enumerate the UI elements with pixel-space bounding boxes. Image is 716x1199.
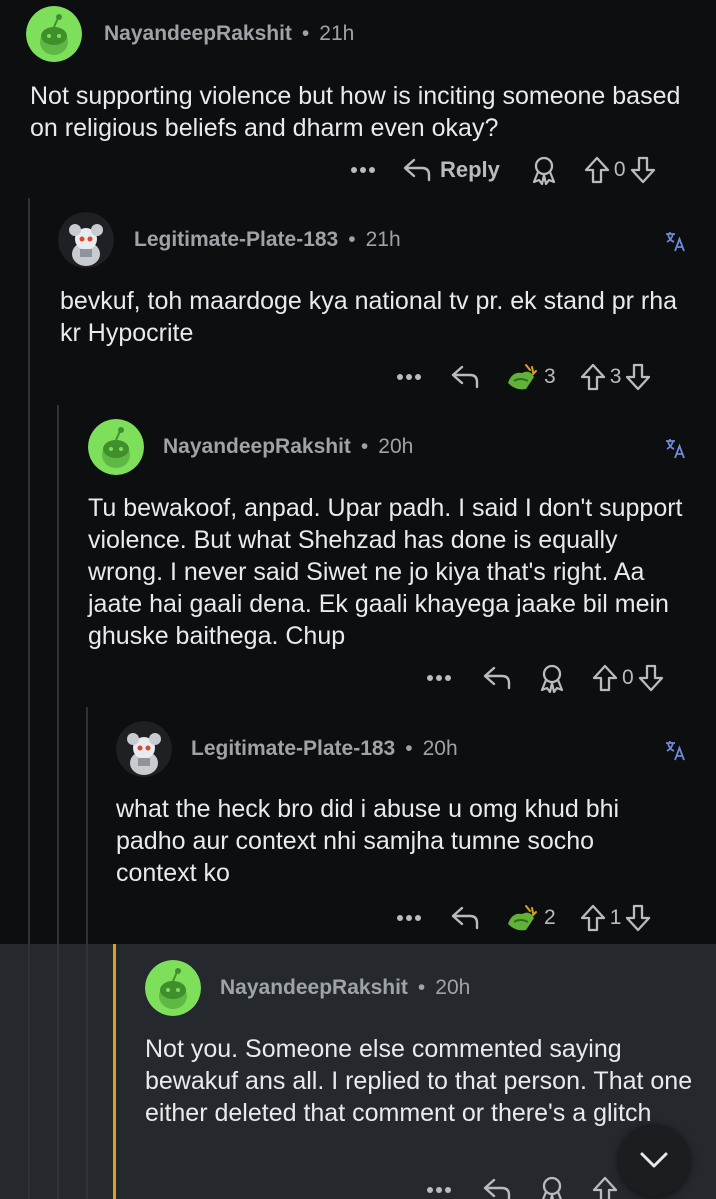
- award-icon[interactable]: [530, 155, 558, 185]
- reply-icon[interactable]: [450, 364, 480, 390]
- timestamp: 20h: [422, 737, 458, 760]
- downvote-icon[interactable]: [625, 904, 651, 932]
- thread-line[interactable]: [57, 405, 59, 1199]
- separator: •: [405, 737, 413, 760]
- upvote-icon[interactable]: [584, 156, 610, 184]
- avatar[interactable]: [116, 721, 172, 777]
- thread-line[interactable]: [28, 198, 30, 1199]
- timestamp: 21h: [365, 228, 401, 251]
- vote-score: 3: [609, 365, 622, 388]
- downvote-icon[interactable]: [638, 664, 664, 692]
- comment-meta: NayandeepRakshit • 20h: [163, 435, 413, 459]
- separator: •: [301, 22, 310, 45]
- reply-icon: [403, 158, 431, 182]
- username[interactable]: NayandeepRakshit: [104, 22, 292, 46]
- translate-icon[interactable]: [664, 230, 686, 252]
- more-options-icon[interactable]: [426, 1186, 452, 1194]
- reply-label: Reply: [440, 157, 500, 182]
- separator: •: [360, 435, 369, 458]
- comment-meta: Legitimate-Plate-183 • 21h: [134, 228, 401, 252]
- upvote-icon[interactable]: [580, 363, 606, 391]
- username[interactable]: Legitimate-Plate-183: [191, 737, 395, 761]
- more-options-icon[interactable]: [426, 674, 452, 682]
- reply-icon[interactable]: [482, 1177, 512, 1199]
- translate-icon[interactable]: [664, 437, 686, 459]
- comment-actions: 3 3: [396, 357, 651, 397]
- separator: •: [417, 976, 426, 999]
- award-count: 3: [544, 365, 556, 388]
- snoo-avatar-icon: [88, 419, 144, 475]
- comment-text: Not supporting violence but how is incit…: [30, 82, 681, 142]
- reply-icon[interactable]: [450, 905, 480, 931]
- avatar[interactable]: [145, 960, 201, 1016]
- avatar[interactable]: [58, 212, 114, 268]
- comment-meta: NayandeepRakshit • 21h: [104, 22, 354, 46]
- comment-actions: 0: [426, 658, 664, 698]
- more-options-icon[interactable]: [396, 914, 422, 922]
- award-hands-icon[interactable]: [504, 902, 540, 934]
- comment-text: Tu bewakoof, anpad. Upar padh. I said I …: [88, 494, 683, 650]
- username[interactable]: Legitimate-Plate-183: [134, 228, 338, 252]
- timestamp: 21h: [319, 22, 355, 45]
- avatar[interactable]: [26, 6, 82, 62]
- vote-score: 1: [609, 906, 622, 929]
- comment-text: bevkuf, toh maardoge kya national tv pr.…: [60, 287, 678, 347]
- thread-line[interactable]: [86, 707, 88, 1199]
- username[interactable]: NayandeepRakshit: [220, 976, 408, 1000]
- username[interactable]: NayandeepRakshit: [163, 435, 351, 459]
- separator: •: [348, 228, 356, 251]
- comment-text: Not you. Someone else commented saying b…: [145, 1035, 693, 1127]
- snoo-avatar-icon: [116, 721, 172, 777]
- chevron-down-icon: [640, 1152, 668, 1168]
- snoo-avatar-icon: [145, 960, 201, 1016]
- upvote-icon[interactable]: [592, 1176, 618, 1199]
- reply-button[interactable]: Reply: [402, 157, 500, 183]
- comment-actions: Reply 0: [350, 150, 656, 190]
- translate-icon[interactable]: [664, 739, 686, 761]
- comment-meta: NayandeepRakshit • 20h: [220, 976, 470, 1000]
- comment-meta: Legitimate-Plate-183 • 20h: [191, 737, 458, 761]
- more-options-icon[interactable]: [350, 166, 376, 174]
- downvote-icon[interactable]: [625, 363, 651, 391]
- upvote-icon[interactable]: [592, 664, 618, 692]
- comment-actions: [426, 1170, 618, 1199]
- vote-score: 0: [622, 666, 634, 689]
- scroll-down-button[interactable]: [618, 1124, 690, 1196]
- comment-text: what the heck bro did i abuse u omg khud…: [116, 795, 620, 887]
- snoo-avatar-icon: [58, 212, 114, 268]
- highlight-thread-line: [113, 944, 116, 1199]
- award-icon[interactable]: [538, 1175, 566, 1199]
- reply-icon[interactable]: [482, 665, 512, 691]
- timestamp: 20h: [435, 976, 471, 999]
- avatar[interactable]: [88, 419, 144, 475]
- vote-score: 0: [613, 158, 626, 181]
- timestamp: 20h: [378, 435, 414, 458]
- downvote-icon[interactable]: [630, 156, 656, 184]
- award-icon[interactable]: [538, 663, 566, 693]
- more-options-icon[interactable]: [396, 373, 422, 381]
- snoo-avatar-icon: [26, 6, 82, 62]
- award-hands-icon[interactable]: [504, 361, 540, 393]
- comment-actions: 2 1: [396, 898, 651, 938]
- award-count: 2: [544, 906, 556, 929]
- upvote-icon[interactable]: [580, 904, 606, 932]
